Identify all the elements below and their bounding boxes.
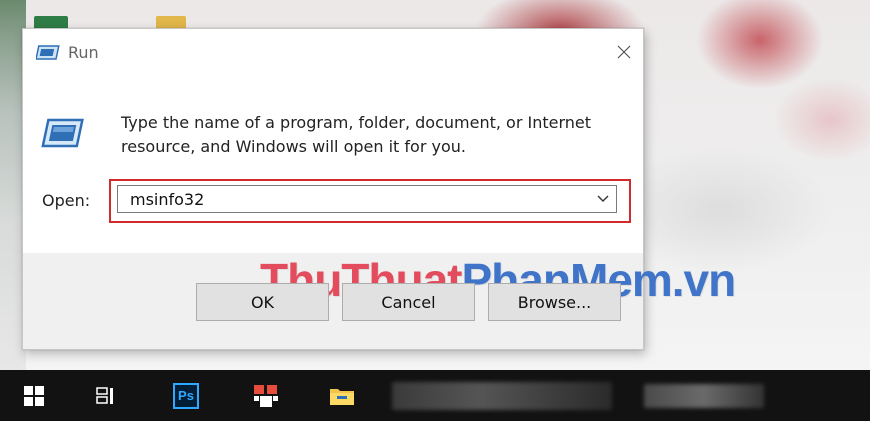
cancel-button[interactable]: Cancel	[342, 283, 475, 321]
file-explorer-icon	[330, 388, 354, 405]
photoshop-label: Ps	[178, 388, 194, 403]
browse-button[interactable]: Browse...	[488, 283, 621, 321]
start-button[interactable]	[14, 370, 54, 421]
dropdown-button[interactable]	[592, 188, 614, 210]
close-button[interactable]	[609, 37, 639, 67]
app-taskbar-button[interactable]	[246, 370, 286, 421]
task-view-button[interactable]	[86, 370, 126, 421]
file-explorer-taskbar-button[interactable]	[322, 370, 362, 421]
app-icon	[254, 384, 278, 407]
description-line-2: resource, and Windows will open it for y…	[121, 137, 466, 156]
window-title: Run	[68, 43, 99, 62]
description-line-1: Type the name of a program, folder, docu…	[121, 113, 592, 132]
run-icon	[36, 45, 60, 60]
windows-start-icon	[24, 385, 44, 406]
task-view-icon	[96, 386, 113, 404]
run-dialog: Run Type the name of a program, folder, …	[22, 28, 736, 350]
photoshop-taskbar-button[interactable]: Ps	[166, 370, 206, 421]
photoshop-icon: Ps	[173, 382, 199, 409]
open-label: Open:	[42, 191, 91, 210]
blurred-taskbar-window[interactable]	[392, 382, 612, 410]
taskbar: Ps	[0, 370, 870, 421]
blurred-taskbar-window[interactable]	[644, 384, 764, 408]
chevron-down-icon	[597, 195, 609, 202]
close-icon	[617, 45, 631, 59]
dialog-description: Type the name of a program, folder, docu…	[121, 111, 621, 159]
title-bar: Run	[23, 29, 643, 77]
open-combobox[interactable]	[117, 185, 617, 213]
open-input[interactable]	[118, 186, 590, 212]
run-program-icon	[41, 118, 84, 148]
ok-button[interactable]: OK	[196, 283, 329, 321]
watermark-part-3: .vn	[671, 254, 736, 306]
